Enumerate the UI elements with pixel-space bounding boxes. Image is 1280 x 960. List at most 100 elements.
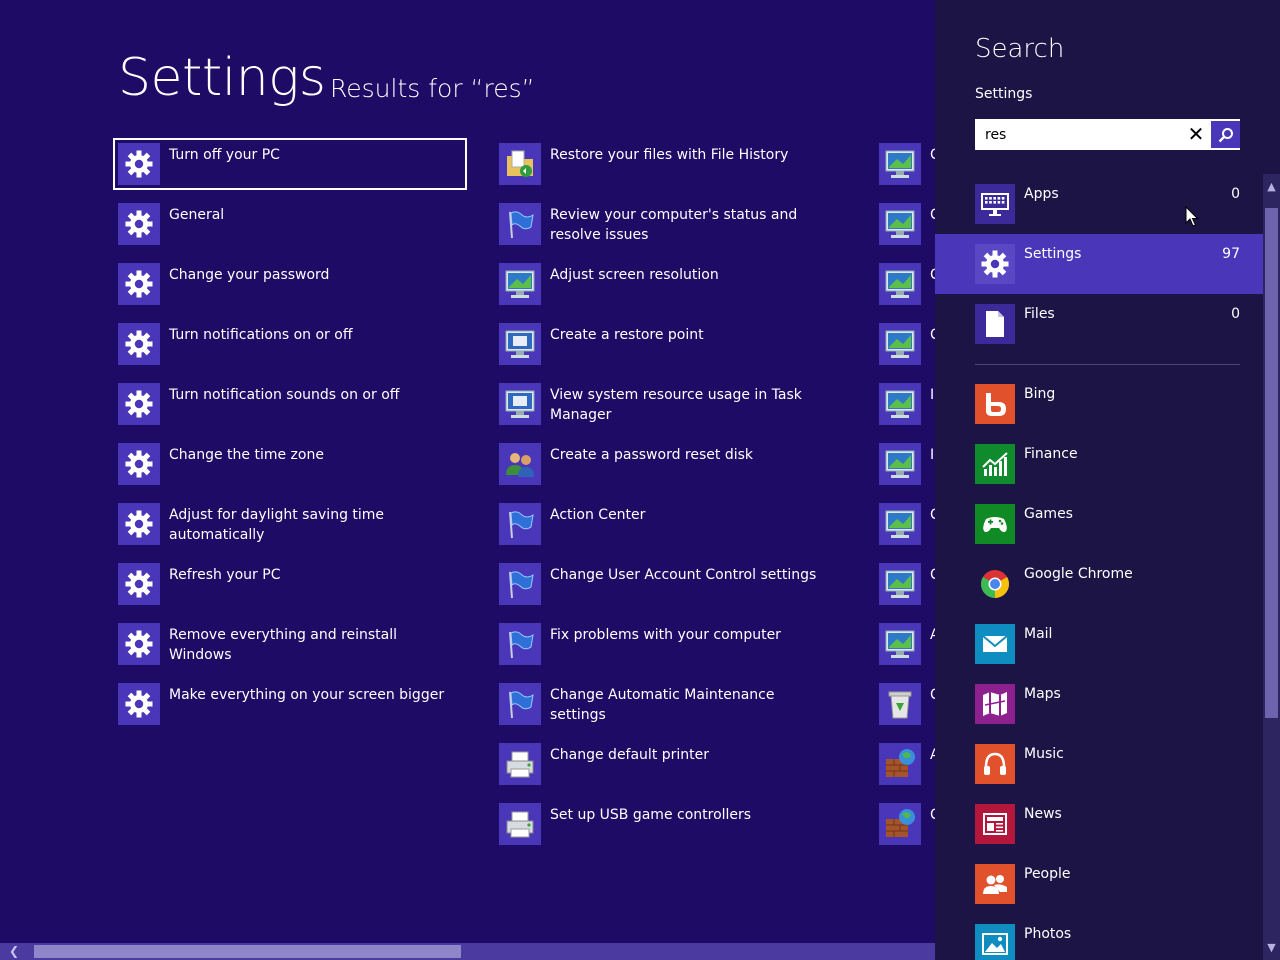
result-item[interactable]: A [874, 618, 935, 670]
result-item[interactable]: Remove everything and reinstall Windows [113, 618, 467, 670]
result-item[interactable]: Change User Account Control settings [494, 558, 839, 610]
app-item[interactable]: Mail [935, 620, 1263, 680]
action-center-flag-icon [499, 683, 541, 725]
result-item[interactable]: Adjust for daylight saving time automati… [113, 498, 467, 550]
vertical-scrollbar[interactable]: ▲ ▼ [1263, 174, 1280, 960]
result-item[interactable]: Fix problems with your computer [494, 618, 839, 670]
search-scope-name: Files [1024, 306, 1055, 322]
result-item-label: Change Automatic Maintenance settings [550, 687, 775, 723]
result-item[interactable]: C [874, 678, 935, 730]
app-item-label: Music [1024, 746, 1064, 762]
result-item[interactable]: I [874, 438, 935, 490]
result-item-label: Make everything on your screen bigger [169, 687, 445, 703]
result-item[interactable]: Change your password [113, 258, 467, 310]
display-icon [879, 143, 921, 185]
display-icon [879, 203, 921, 245]
app-item-label: News [1024, 806, 1062, 822]
result-item-label: Refresh your PC [169, 567, 281, 583]
result-item[interactable]: Review your computer's status and resolv… [494, 198, 839, 250]
recycle-icon [879, 683, 921, 725]
action-center-flag-icon [499, 503, 541, 545]
result-item[interactable]: General [113, 198, 467, 250]
search-scope-settings[interactable]: Settings 97 [935, 234, 1263, 294]
result-item[interactable]: Change Automatic Maintenance settings [494, 678, 839, 730]
action-center-flag-icon [499, 203, 541, 245]
search-icon [1218, 127, 1233, 142]
app-item-label: Photos [1024, 926, 1072, 942]
music-icon [975, 744, 1015, 784]
result-item[interactable]: Refresh your PC [113, 558, 467, 610]
app-item[interactable]: Photos [935, 920, 1263, 960]
app-item[interactable]: News [935, 800, 1263, 860]
app-item-label: Games [1024, 506, 1073, 522]
result-item-label: Review your computer's status and resolv… [550, 207, 798, 243]
result-item[interactable]: Create a restore point [494, 318, 839, 370]
search-scope-files[interactable]: Files 0 [935, 294, 1263, 354]
app-item[interactable]: Games [935, 500, 1263, 560]
horizontal-scrollbar-thumb[interactable] [34, 945, 461, 958]
bing-icon [975, 384, 1015, 424]
result-item[interactable]: C [874, 138, 935, 190]
result-item[interactable]: View system resource usage in Task Manag… [494, 378, 839, 430]
result-item[interactable]: Turn notification sounds on or off [113, 378, 467, 430]
result-item[interactable]: Change default printer [494, 738, 839, 790]
result-item[interactable]: C [874, 258, 935, 310]
result-item[interactable]: Make everything on your screen bigger [113, 678, 467, 730]
result-item-label: Set up USB game controllers [550, 807, 752, 823]
result-item[interactable]: C [874, 198, 935, 250]
result-item[interactable]: Create a password reset disk [494, 438, 839, 490]
result-item[interactable]: C [874, 558, 935, 610]
horizontal-scrollbar[interactable]: ❮ [0, 943, 935, 960]
scroll-left-icon[interactable]: ❮ [0, 943, 28, 960]
result-item-label: Change default printer [550, 747, 710, 763]
file-icon [975, 304, 1015, 344]
result-item[interactable]: Turn off your PC [113, 138, 467, 190]
gear-icon [118, 623, 160, 665]
app-item-label: Google Chrome [1024, 566, 1133, 582]
scroll-down-icon[interactable]: ▼ [1263, 939, 1280, 956]
system-icon [499, 323, 541, 365]
search-input[interactable] [977, 121, 1177, 148]
search-scope-count: 0 [1231, 306, 1240, 322]
result-item[interactable]: C [874, 798, 935, 850]
clear-icon[interactable]: ✕ [1185, 123, 1207, 146]
search-scope-count: 0 [1231, 186, 1240, 202]
app-item[interactable]: People [935, 860, 1263, 920]
scroll-up-icon[interactable]: ▲ [1263, 178, 1280, 195]
gear-icon [118, 383, 160, 425]
result-item[interactable]: C [874, 318, 935, 370]
search-button[interactable] [1211, 121, 1240, 148]
page-title: Settings [118, 48, 326, 108]
result-item[interactable]: Set up USB game controllers [494, 798, 839, 850]
result-item-label: Turn notifications on or off [169, 327, 353, 343]
display-icon [879, 323, 921, 365]
app-item[interactable]: Maps [935, 680, 1263, 740]
app-item[interactable]: Bing [935, 380, 1263, 440]
app-item[interactable]: Finance [935, 440, 1263, 500]
result-item-label: Create a restore point [550, 327, 704, 343]
result-item[interactable]: Turn notifications on or off [113, 318, 467, 370]
games-icon [975, 504, 1015, 544]
result-item[interactable]: Change the time zone [113, 438, 467, 490]
result-item[interactable]: A [874, 738, 935, 790]
result-item[interactable]: I [874, 378, 935, 430]
chrome-icon [975, 564, 1015, 604]
result-item-label: Adjust for daylight saving time automati… [169, 507, 385, 543]
app-item[interactable]: Music [935, 740, 1263, 800]
search-pane: Search Settings ✕ Apps0Settings97Files0 … [935, 0, 1280, 960]
search-scope-count: 97 [1222, 246, 1240, 262]
result-item[interactable]: Action Center [494, 498, 839, 550]
people-icon [975, 864, 1015, 904]
result-item-label: Create a password reset disk [550, 447, 753, 463]
action-center-flag-icon [499, 623, 541, 665]
vertical-scrollbar-thumb[interactable] [1265, 208, 1278, 718]
result-item[interactable]: C [874, 498, 935, 550]
result-item-label: Restore your files with File History [550, 147, 789, 163]
search-scope-apps[interactable]: Apps 0 [935, 174, 1263, 234]
result-item[interactable]: Adjust screen resolution [494, 258, 839, 310]
finance-icon [975, 444, 1015, 484]
app-item[interactable]: Google Chrome [935, 560, 1263, 620]
result-item-label: General [169, 207, 225, 223]
result-item[interactable]: Restore your files with File History [494, 138, 839, 190]
gear-icon [118, 323, 160, 365]
